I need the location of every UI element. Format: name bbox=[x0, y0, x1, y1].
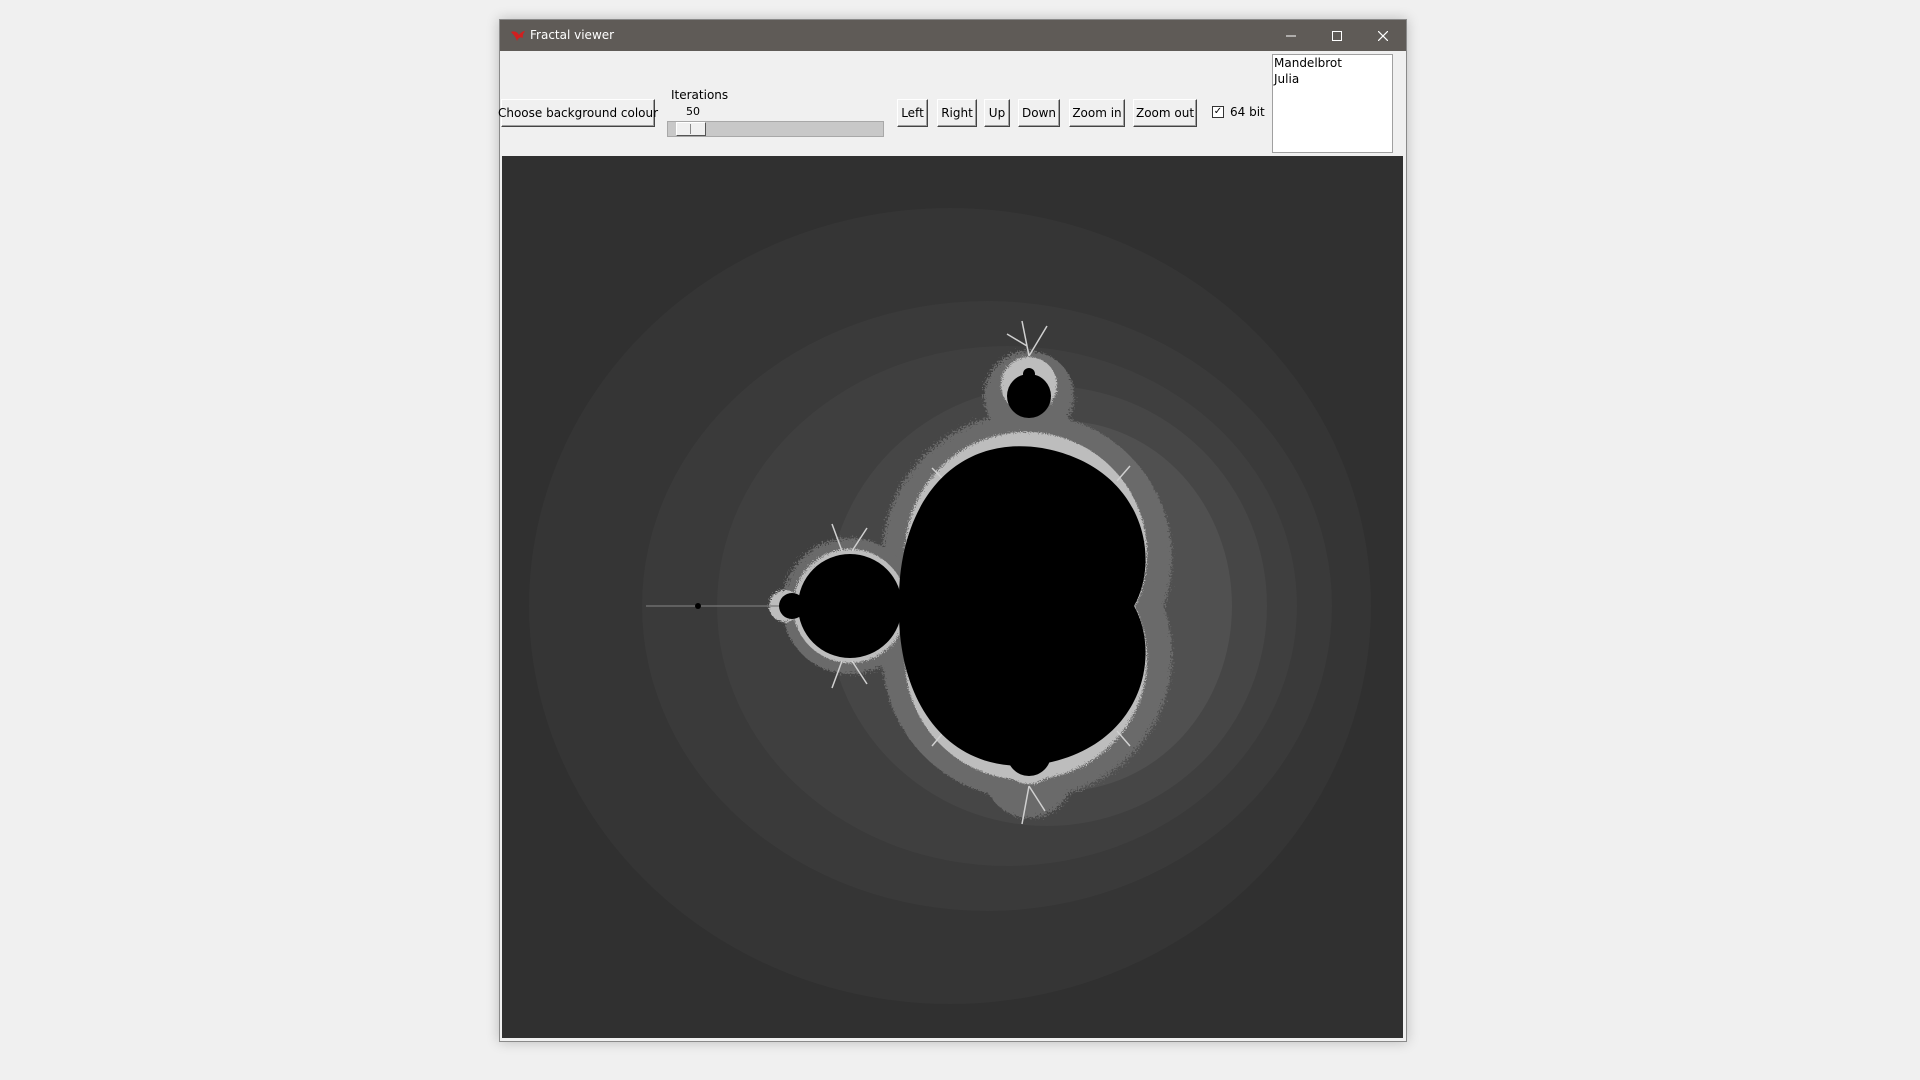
zoom-in-button[interactable]: Zoom in bbox=[1069, 99, 1125, 127]
fractal-canvas[interactable] bbox=[502, 156, 1403, 1038]
title-bar[interactable]: Fractal viewer bbox=[500, 20, 1406, 51]
fractal-type-list[interactable]: Mandelbrot Julia bbox=[1272, 54, 1393, 153]
close-icon bbox=[1378, 30, 1388, 41]
app-window: Fractal viewer Choose background colour … bbox=[498, 19, 1407, 1042]
down-button[interactable]: Down bbox=[1018, 99, 1060, 127]
minimize-button[interactable] bbox=[1268, 20, 1314, 51]
iterations-slider[interactable] bbox=[667, 121, 884, 137]
list-item-julia[interactable]: Julia bbox=[1274, 71, 1391, 87]
close-button[interactable] bbox=[1360, 20, 1406, 51]
list-item-mandelbrot[interactable]: Mandelbrot bbox=[1274, 55, 1391, 71]
right-button[interactable]: Right bbox=[937, 99, 977, 127]
iterations-value: 50 bbox=[686, 105, 700, 118]
feather-app-icon bbox=[511, 31, 525, 41]
minimize-icon bbox=[1286, 35, 1296, 36]
left-button[interactable]: Left bbox=[897, 99, 928, 127]
maximize-button[interactable] bbox=[1314, 20, 1360, 51]
choose-background-button[interactable]: Choose background colour bbox=[498, 99, 658, 127]
period2-bulb bbox=[798, 554, 902, 658]
iterations-slider-thumb[interactable] bbox=[676, 122, 706, 136]
bit64-label: 64 bit bbox=[1230, 105, 1265, 119]
bit64-toggle[interactable]: ✓ 64 bit bbox=[1212, 105, 1265, 119]
zoom-out-button[interactable]: Zoom out bbox=[1133, 99, 1197, 127]
up-button[interactable]: Up bbox=[984, 99, 1010, 127]
mandelbrot-render bbox=[529, 208, 1371, 1004]
maximize-icon bbox=[1332, 30, 1342, 41]
toolbar: Choose background colour Iterations 50 L… bbox=[498, 51, 1406, 156]
bit64-checkbox[interactable]: ✓ bbox=[1212, 106, 1224, 118]
iterations-label: Iterations bbox=[671, 88, 729, 102]
window-title: Fractal viewer bbox=[530, 28, 615, 42]
